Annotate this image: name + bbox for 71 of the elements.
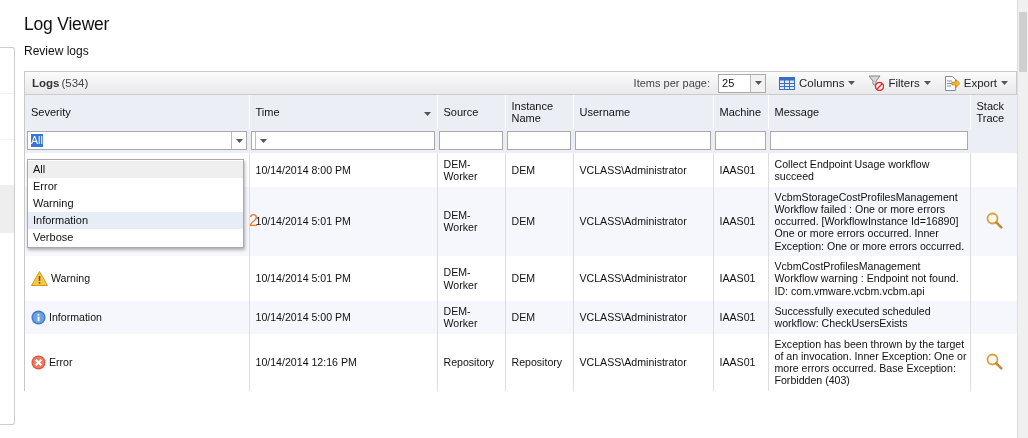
severity-label: Information	[49, 311, 102, 324]
callout-number: 2	[249, 212, 258, 229]
severity-label: Error	[49, 356, 73, 369]
export-icon	[943, 75, 960, 91]
table-cell: DEM-Worker	[437, 300, 505, 334]
table-cell: 10/14/2014 5:00 PM	[249, 300, 437, 334]
filter-field[interactable]	[715, 131, 766, 150]
log-count: (534)	[61, 77, 89, 89]
warning-icon	[31, 271, 48, 286]
dropdown-caret-icon	[754, 81, 762, 85]
error-icon	[31, 354, 46, 370]
table-cell: VCLASS\Administrator	[573, 300, 713, 334]
column-header[interactable]: Message	[774, 106, 820, 118]
table-cell: 10/14/2014 8:00 PM	[249, 153, 437, 187]
filter-field[interactable]	[507, 131, 571, 150]
items-per-page-combo[interactable]: 25	[718, 73, 767, 93]
severity-label: Warning	[51, 272, 91, 285]
table-cell: IAAS01	[713, 153, 768, 187]
toolbar-button[interactable]: Columns	[779, 76, 856, 90]
dropdown-option[interactable]: Verbose	[28, 229, 243, 246]
page-title: Log Viewer	[24, 14, 111, 35]
toolbar-button[interactable]: Filters	[868, 75, 931, 91]
search-icon[interactable]	[985, 211, 1003, 229]
table-cell: VCLASS\Administrator	[573, 333, 713, 391]
table-cell: Repository	[437, 333, 505, 391]
items-per-page-label: Items per page:	[633, 77, 711, 89]
sort-caret-icon	[423, 112, 431, 116]
caret-icon	[848, 81, 856, 85]
table-cell: Successfully executed scheduled workflow: CheckUsersExists	[768, 300, 970, 334]
table-cell: DEM-Worker	[437, 153, 505, 187]
table-cell: DEM	[505, 300, 573, 334]
columns-icon	[779, 76, 796, 90]
table-cell: IAAS01	[713, 256, 768, 301]
table-cell: Exception has been thrown by the target of an invocation. Inner Exception: One or more errors occurred. Base Exception: Forbidden (403)	[768, 333, 970, 391]
table-cell: DEM	[505, 256, 573, 301]
dropdown-option[interactable]: Information	[28, 212, 243, 229]
scrollbar-thumb[interactable]	[1019, 12, 1027, 72]
search-icon[interactable]	[985, 352, 1003, 370]
column-header[interactable]: Time	[255, 106, 280, 118]
filter-combo[interactable]: All	[27, 131, 247, 150]
filter-field[interactable]	[770, 131, 968, 150]
table-cell: IAAS01	[713, 300, 768, 334]
table-cell: Repository	[505, 333, 573, 391]
page-subtitle: Review logs	[24, 44, 90, 58]
dropdown-option[interactable]: Warning	[28, 195, 243, 212]
filter-field[interactable]	[439, 131, 503, 150]
table-cell: DEM-Worker	[437, 256, 505, 301]
column-header[interactable]: Severity	[31, 106, 71, 118]
dropdown-caret-icon	[259, 138, 267, 143]
table-cell: VCLASS\Administrator	[573, 256, 713, 301]
dropdown-caret-icon	[235, 138, 243, 143]
filter-combo[interactable]	[251, 131, 435, 150]
column-header[interactable]: Username	[579, 106, 631, 118]
table-cell: Collect Endpoint Usage workflow succeed	[768, 153, 970, 187]
filter-icon	[868, 75, 885, 91]
scrollbar[interactable]	[1017, 0, 1028, 438]
table-cell: 10/14/2014 12:16 PM	[249, 333, 437, 391]
dropdown-option[interactable]: Error	[28, 178, 243, 195]
info-icon	[31, 309, 46, 325]
table-cell: 10/14/2014 5:01 PM	[249, 256, 437, 301]
table-cell: IAAS01	[713, 333, 768, 391]
caret-icon	[1001, 81, 1008, 85]
table-cell: VcbmCostProfilesManagement Workflow warning : Endpoint not found. ID: com.vmware.vcbm.vcbm.api	[768, 256, 970, 301]
dropdown-option[interactable]: All	[28, 161, 243, 178]
caret-icon	[923, 81, 931, 85]
toolbar-button[interactable]: Export	[943, 75, 1008, 91]
table-cell: VCLASS\Administrator	[573, 153, 713, 187]
column-header[interactable]: Source	[443, 106, 479, 118]
table-cell: DEM	[505, 153, 573, 187]
filter-field[interactable]	[575, 131, 711, 150]
panel-title: Logs	[32, 77, 60, 89]
